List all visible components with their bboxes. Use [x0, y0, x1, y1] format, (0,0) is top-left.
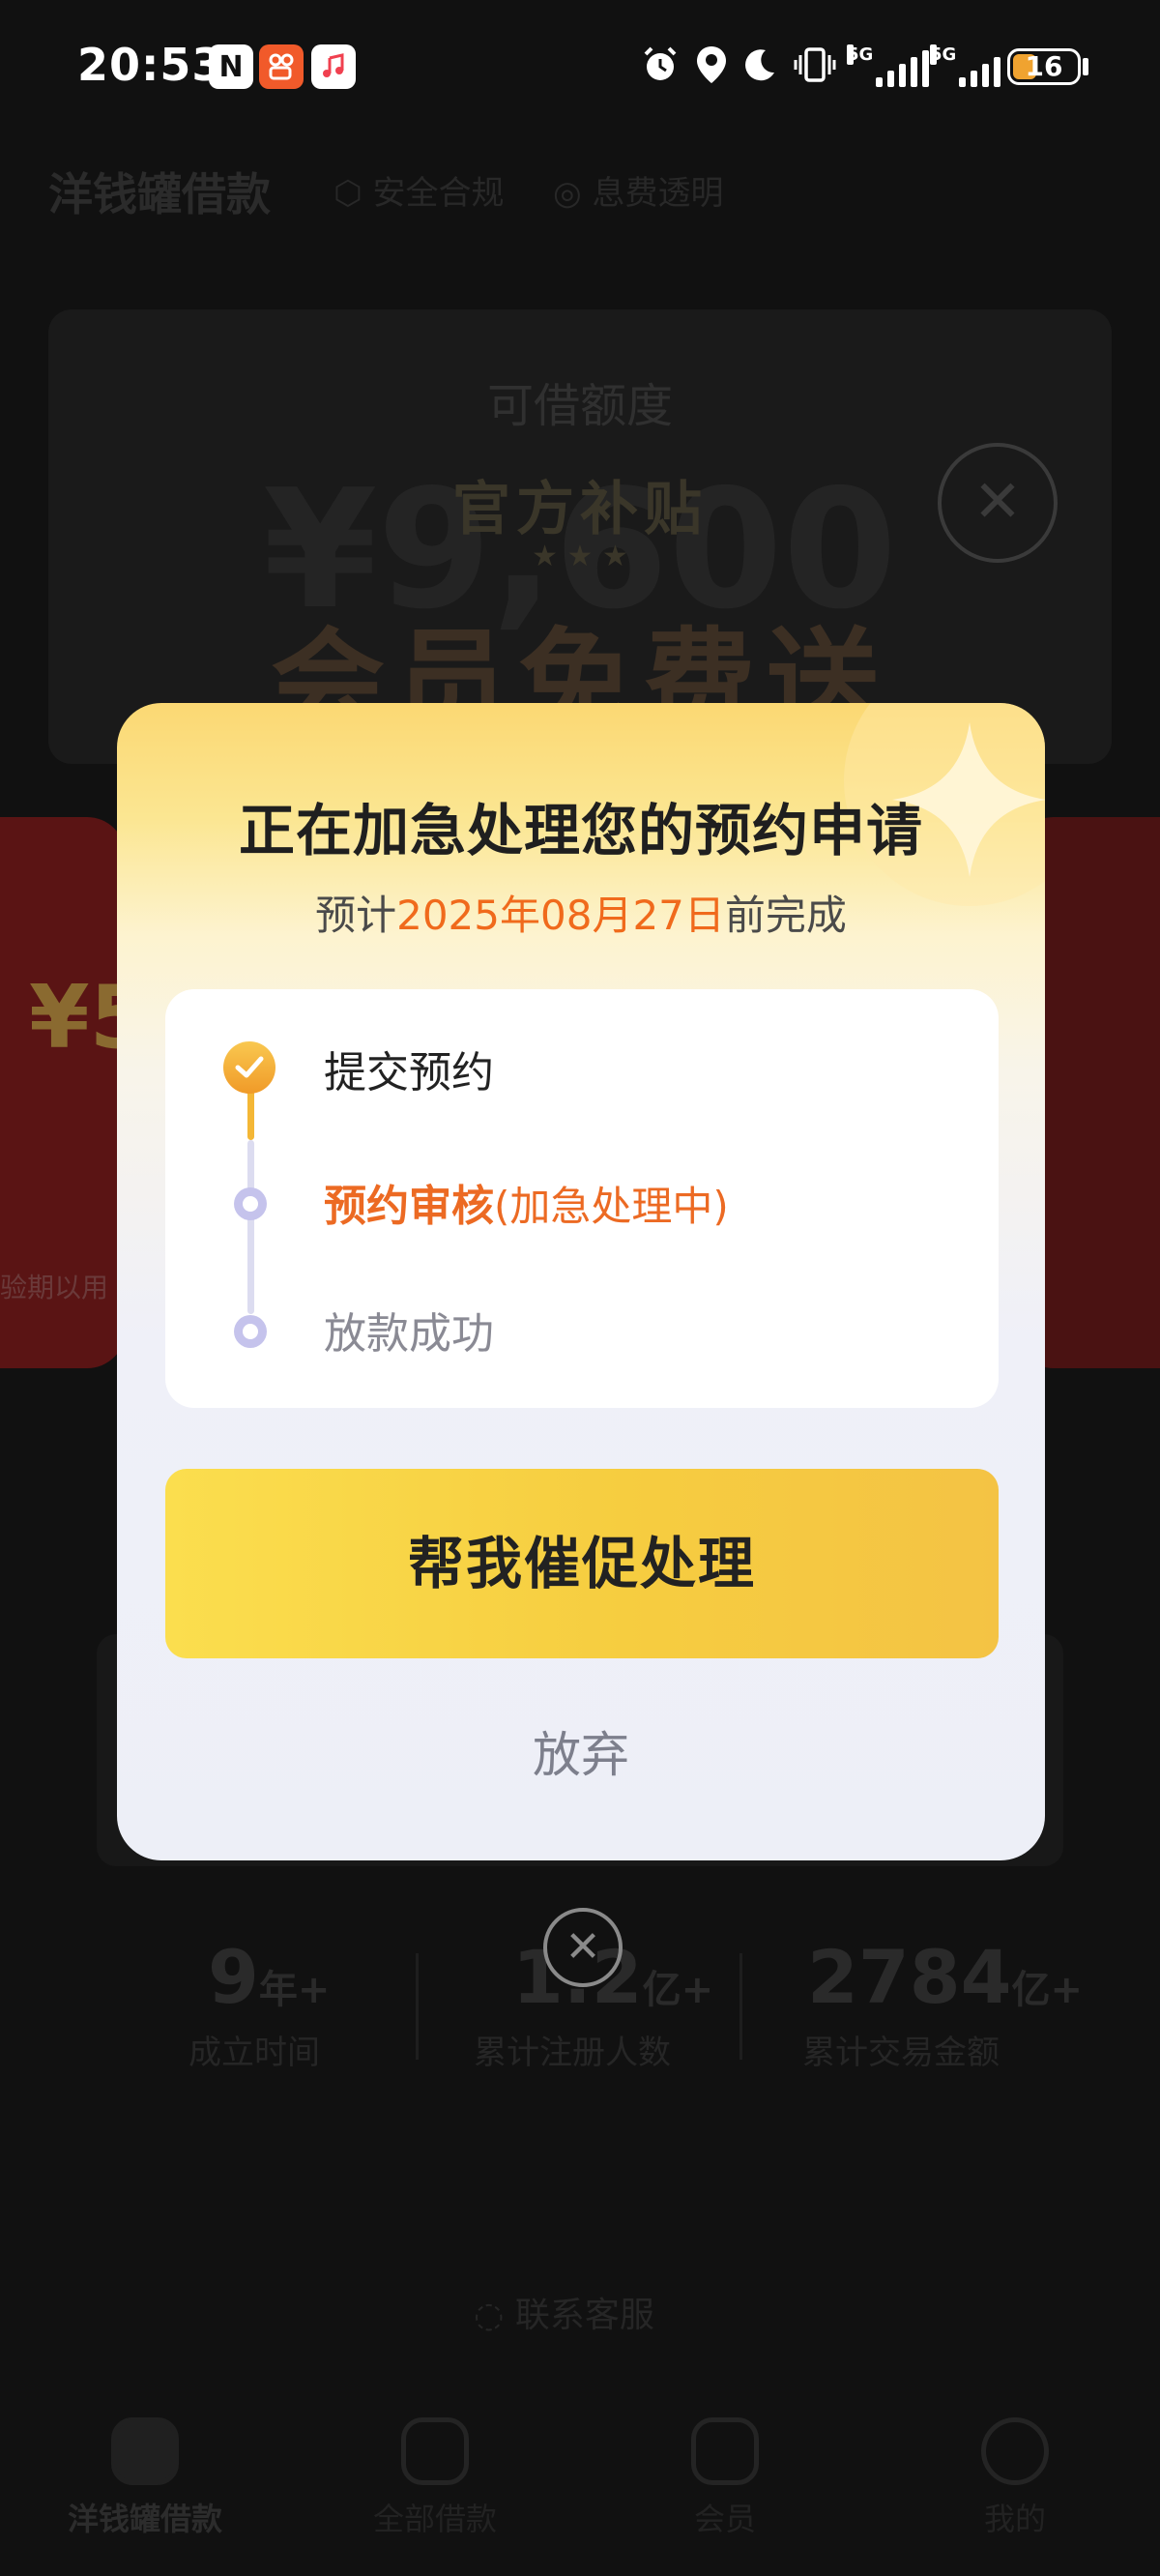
step-payout-dot-icon: [234, 1315, 267, 1348]
stat-divider: [416, 1953, 419, 2060]
step-review: 预约审核(加急处理中): [324, 1171, 729, 1233]
tab-member[interactable]: 会员: [580, 2398, 870, 2576]
modal-subtitle: 预计2025年08月27日前完成: [315, 892, 847, 939]
status-bar: 20:53 N 5G 5G 16: [0, 0, 1160, 135]
moon-icon: [740, 43, 779, 87]
booking-status-modal: 正在加急处理您的预约申请 预计2025年08月27日前完成 提交预约 预约审核(…: [117, 703, 1045, 1860]
step-review-note: (加急处理中): [494, 1183, 729, 1230]
location-icon: [692, 43, 731, 87]
tab-home[interactable]: 洋钱罐借款: [0, 2398, 290, 2576]
tab-all-loans[interactable]: 全部借款: [290, 2398, 580, 2576]
signal-icon: 5G: [930, 44, 1000, 87]
status-time: 20:53: [77, 39, 224, 91]
step-done-check-icon: [223, 1041, 276, 1094]
stat-volume: 2784亿+: [807, 1934, 1084, 2020]
promo-close-icon[interactable]: ✕: [938, 443, 1058, 563]
stat-years: 9年+: [208, 1934, 331, 2020]
give-up-button[interactable]: 放弃: [117, 1716, 1045, 1786]
clipboard-icon: [401, 2417, 469, 2485]
step-review-label: 预约审核: [324, 1182, 494, 1231]
safe-compliance-tag: ⬡ 安全合规: [334, 174, 505, 213]
tab-mine[interactable]: 我的: [870, 2398, 1160, 2576]
battery-cap: [1083, 58, 1088, 75]
progress-steps-card: 提交预约 预约审核(加急处理中) 放款成功: [165, 989, 999, 1408]
stat-volume-label: 累计交易金额: [802, 2034, 1000, 2072]
stat-divider: [740, 1953, 742, 2060]
step-payout-label: 放款成功: [324, 1309, 494, 1359]
step-submit-label: 提交预约: [324, 1048, 494, 1098]
alarm-icon: [638, 43, 682, 87]
app-title: 洋钱罐借款: [48, 168, 271, 220]
step-review-dot-icon: [234, 1187, 267, 1220]
estimated-date: 2025年08月27日: [396, 892, 725, 939]
urge-processing-button[interactable]: 帮我催促处理: [165, 1469, 999, 1658]
stat-users-label: 累计注册人数: [474, 2034, 671, 2072]
bottom-tab-bar: 洋钱罐借款 全部借款 会员 我的: [0, 2398, 1160, 2576]
nfc-icon: N: [209, 44, 253, 89]
customer-service-link[interactable]: ◌ 联系客服: [474, 2287, 654, 2337]
vibrate-icon: [793, 43, 837, 87]
music-app-icon: [311, 44, 356, 89]
stat-years-label: 成立时间: [188, 2034, 320, 2072]
step-connector-pending: [247, 1140, 254, 1314]
credit-label: 可借额度: [486, 379, 673, 433]
headset-icon: ◌: [474, 2296, 515, 2335]
kuaishou-app-icon: [259, 44, 304, 89]
user-icon: [981, 2417, 1049, 2485]
modal-close-icon[interactable]: ✕: [543, 1908, 623, 1987]
diamond-icon: [691, 2417, 759, 2485]
signal-icon: 5G: [847, 44, 929, 87]
battery-level: 16: [1025, 50, 1063, 82]
transparent-fees-tag: ◎ 息费透明: [553, 174, 724, 213]
red-envelope-note: 验期以用: [0, 1272, 109, 1303]
battery-icon: 16: [1007, 48, 1081, 85]
modal-title: 正在加急处理您的预约申请: [238, 798, 923, 864]
home-icon: [111, 2417, 179, 2485]
